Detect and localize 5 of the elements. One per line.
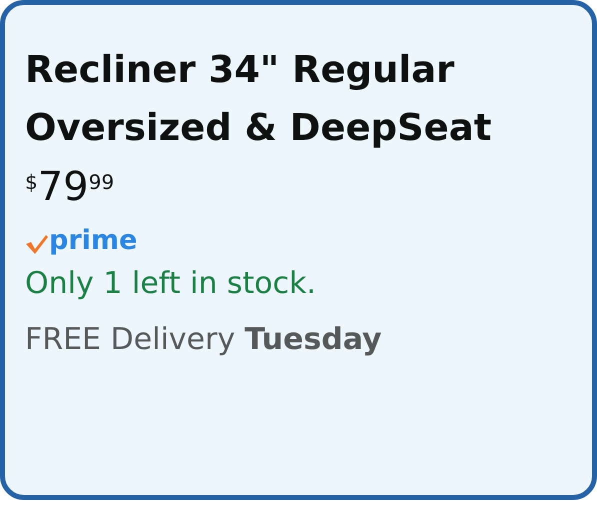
delivery-info: FREE Delivery Tuesday bbox=[25, 321, 382, 359]
product-title[interactable]: Recliner 34" Regular Oversized & DeepSeat bbox=[25, 41, 565, 157]
check-icon bbox=[25, 233, 49, 255]
stock-status: Only 1 left in stock. bbox=[25, 265, 316, 303]
prime-label: prime bbox=[49, 225, 138, 257]
